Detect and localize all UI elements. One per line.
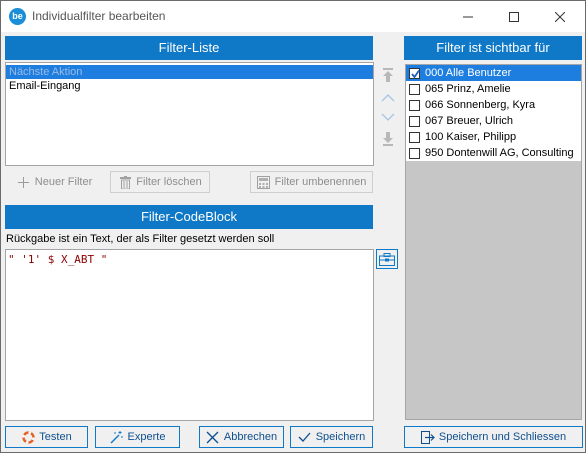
move-down-button[interactable] — [381, 109, 395, 125]
new-filter-button[interactable]: Neuer Filter — [6, 171, 103, 193]
expert-label: Experte — [127, 431, 166, 443]
magic-wand-icon — [110, 430, 124, 444]
window-title: Individualfilter bearbeiten — [32, 9, 166, 23]
save-and-close-button[interactable]: Speichern und Schliessen — [404, 426, 583, 448]
rename-filter-button[interactable]: Filter umbenennen — [250, 171, 373, 193]
visibility-item[interactable]: 066 Sonnenberg, Kyra — [406, 97, 581, 113]
close-icon — [206, 430, 220, 444]
codeblock-hint: Rückgabe ist ein Text, der als Filter ge… — [6, 233, 275, 245]
filter-list[interactable]: Nächste Aktion Email-Eingang — [5, 62, 374, 166]
delete-filter-button[interactable]: Filter löschen — [110, 171, 210, 193]
lifebuoy-icon — [21, 430, 35, 444]
code-toolbox-button[interactable] — [376, 249, 398, 269]
rename-filter-label: Filter umbenennen — [274, 176, 367, 188]
move-up-button[interactable] — [381, 89, 395, 105]
move-bottom-icon — [383, 131, 393, 146]
visibility-item[interactable]: 100 Kaiser, Philipp — [406, 129, 581, 145]
visibility-item-label: 100 Kaiser, Philipp — [425, 131, 517, 143]
chevron-down-icon — [381, 113, 395, 121]
save-and-close-label: Speichern und Schliessen — [438, 431, 567, 443]
visibility-list[interactable]: 000 Alle Benutzer 065 Prinz, Amelie 066 … — [405, 64, 582, 420]
move-top-button[interactable] — [381, 67, 395, 83]
app-logo-icon: be — [9, 8, 26, 25]
rename-icon — [257, 175, 271, 189]
move-bottom-button[interactable] — [381, 131, 395, 147]
save-label: Speichern — [315, 431, 366, 443]
close-button[interactable] — [537, 1, 583, 32]
chevron-up-icon — [381, 93, 395, 101]
checkbox[interactable] — [409, 83, 420, 95]
visibility-item-label: 067 Breuer, Ulrich — [425, 115, 514, 127]
visibility-item-label: 000 Alle Benutzer — [425, 67, 512, 79]
filter-list-item[interactable]: Email-Eingang — [6, 79, 373, 93]
filter-list-header: Filter-Liste — [5, 36, 373, 60]
test-label: Testen — [39, 431, 72, 443]
maximize-icon — [509, 11, 519, 22]
visibility-item[interactable]: 950 Dontenwill AG, Consulting — [406, 145, 581, 161]
checkbox[interactable] — [409, 147, 420, 159]
codeblock-header: Filter-CodeBlock — [5, 205, 373, 229]
checkbox[interactable] — [409, 115, 420, 127]
filter-list-item[interactable]: Nächste Aktion — [6, 65, 373, 79]
delete-filter-label: Filter löschen — [136, 176, 202, 188]
checkmark-icon — [298, 430, 312, 444]
test-button[interactable]: Testen — [5, 426, 88, 448]
code-text[interactable]: " '1' $ X_ABT " — [6, 250, 373, 269]
code-editor[interactable]: " '1' $ X_ABT " — [5, 249, 374, 421]
move-top-icon — [383, 67, 393, 82]
expert-button[interactable]: Experte — [95, 426, 180, 448]
exit-icon — [420, 430, 435, 444]
visibility-item-label: 950 Dontenwill AG, Consulting — [425, 147, 574, 159]
checkbox-checked[interactable] — [409, 67, 420, 79]
minimize-button[interactable] — [445, 1, 491, 32]
save-button[interactable]: Speichern — [290, 426, 373, 448]
visibility-item-label: 065 Prinz, Amelie — [425, 83, 511, 95]
checkbox[interactable] — [409, 131, 420, 143]
visibility-item[interactable]: 067 Breuer, Ulrich — [406, 113, 581, 129]
new-filter-label: Neuer Filter — [34, 176, 93, 188]
visibility-item-label: 066 Sonnenberg, Kyra — [425, 99, 536, 111]
maximize-button[interactable] — [491, 1, 537, 32]
dialog-window: be Individualfilter bearbeiten Filter-Li… — [0, 0, 586, 453]
cancel-label: Abbrechen — [223, 431, 278, 443]
trash-icon — [118, 175, 132, 189]
minimize-icon — [463, 16, 473, 17]
plus-icon — [17, 175, 31, 189]
cancel-button[interactable]: Abbrechen — [199, 426, 284, 448]
visibility-item[interactable]: 065 Prinz, Amelie — [406, 81, 581, 97]
checkbox[interactable] — [409, 99, 420, 111]
toolbox-icon — [379, 252, 395, 266]
visibility-header: Filter ist sichtbar für — [404, 36, 582, 60]
close-icon — [555, 11, 565, 22]
visibility-item[interactable]: 000 Alle Benutzer — [406, 65, 581, 81]
title-bar[interactable]: be Individualfilter bearbeiten — [1, 1, 585, 32]
